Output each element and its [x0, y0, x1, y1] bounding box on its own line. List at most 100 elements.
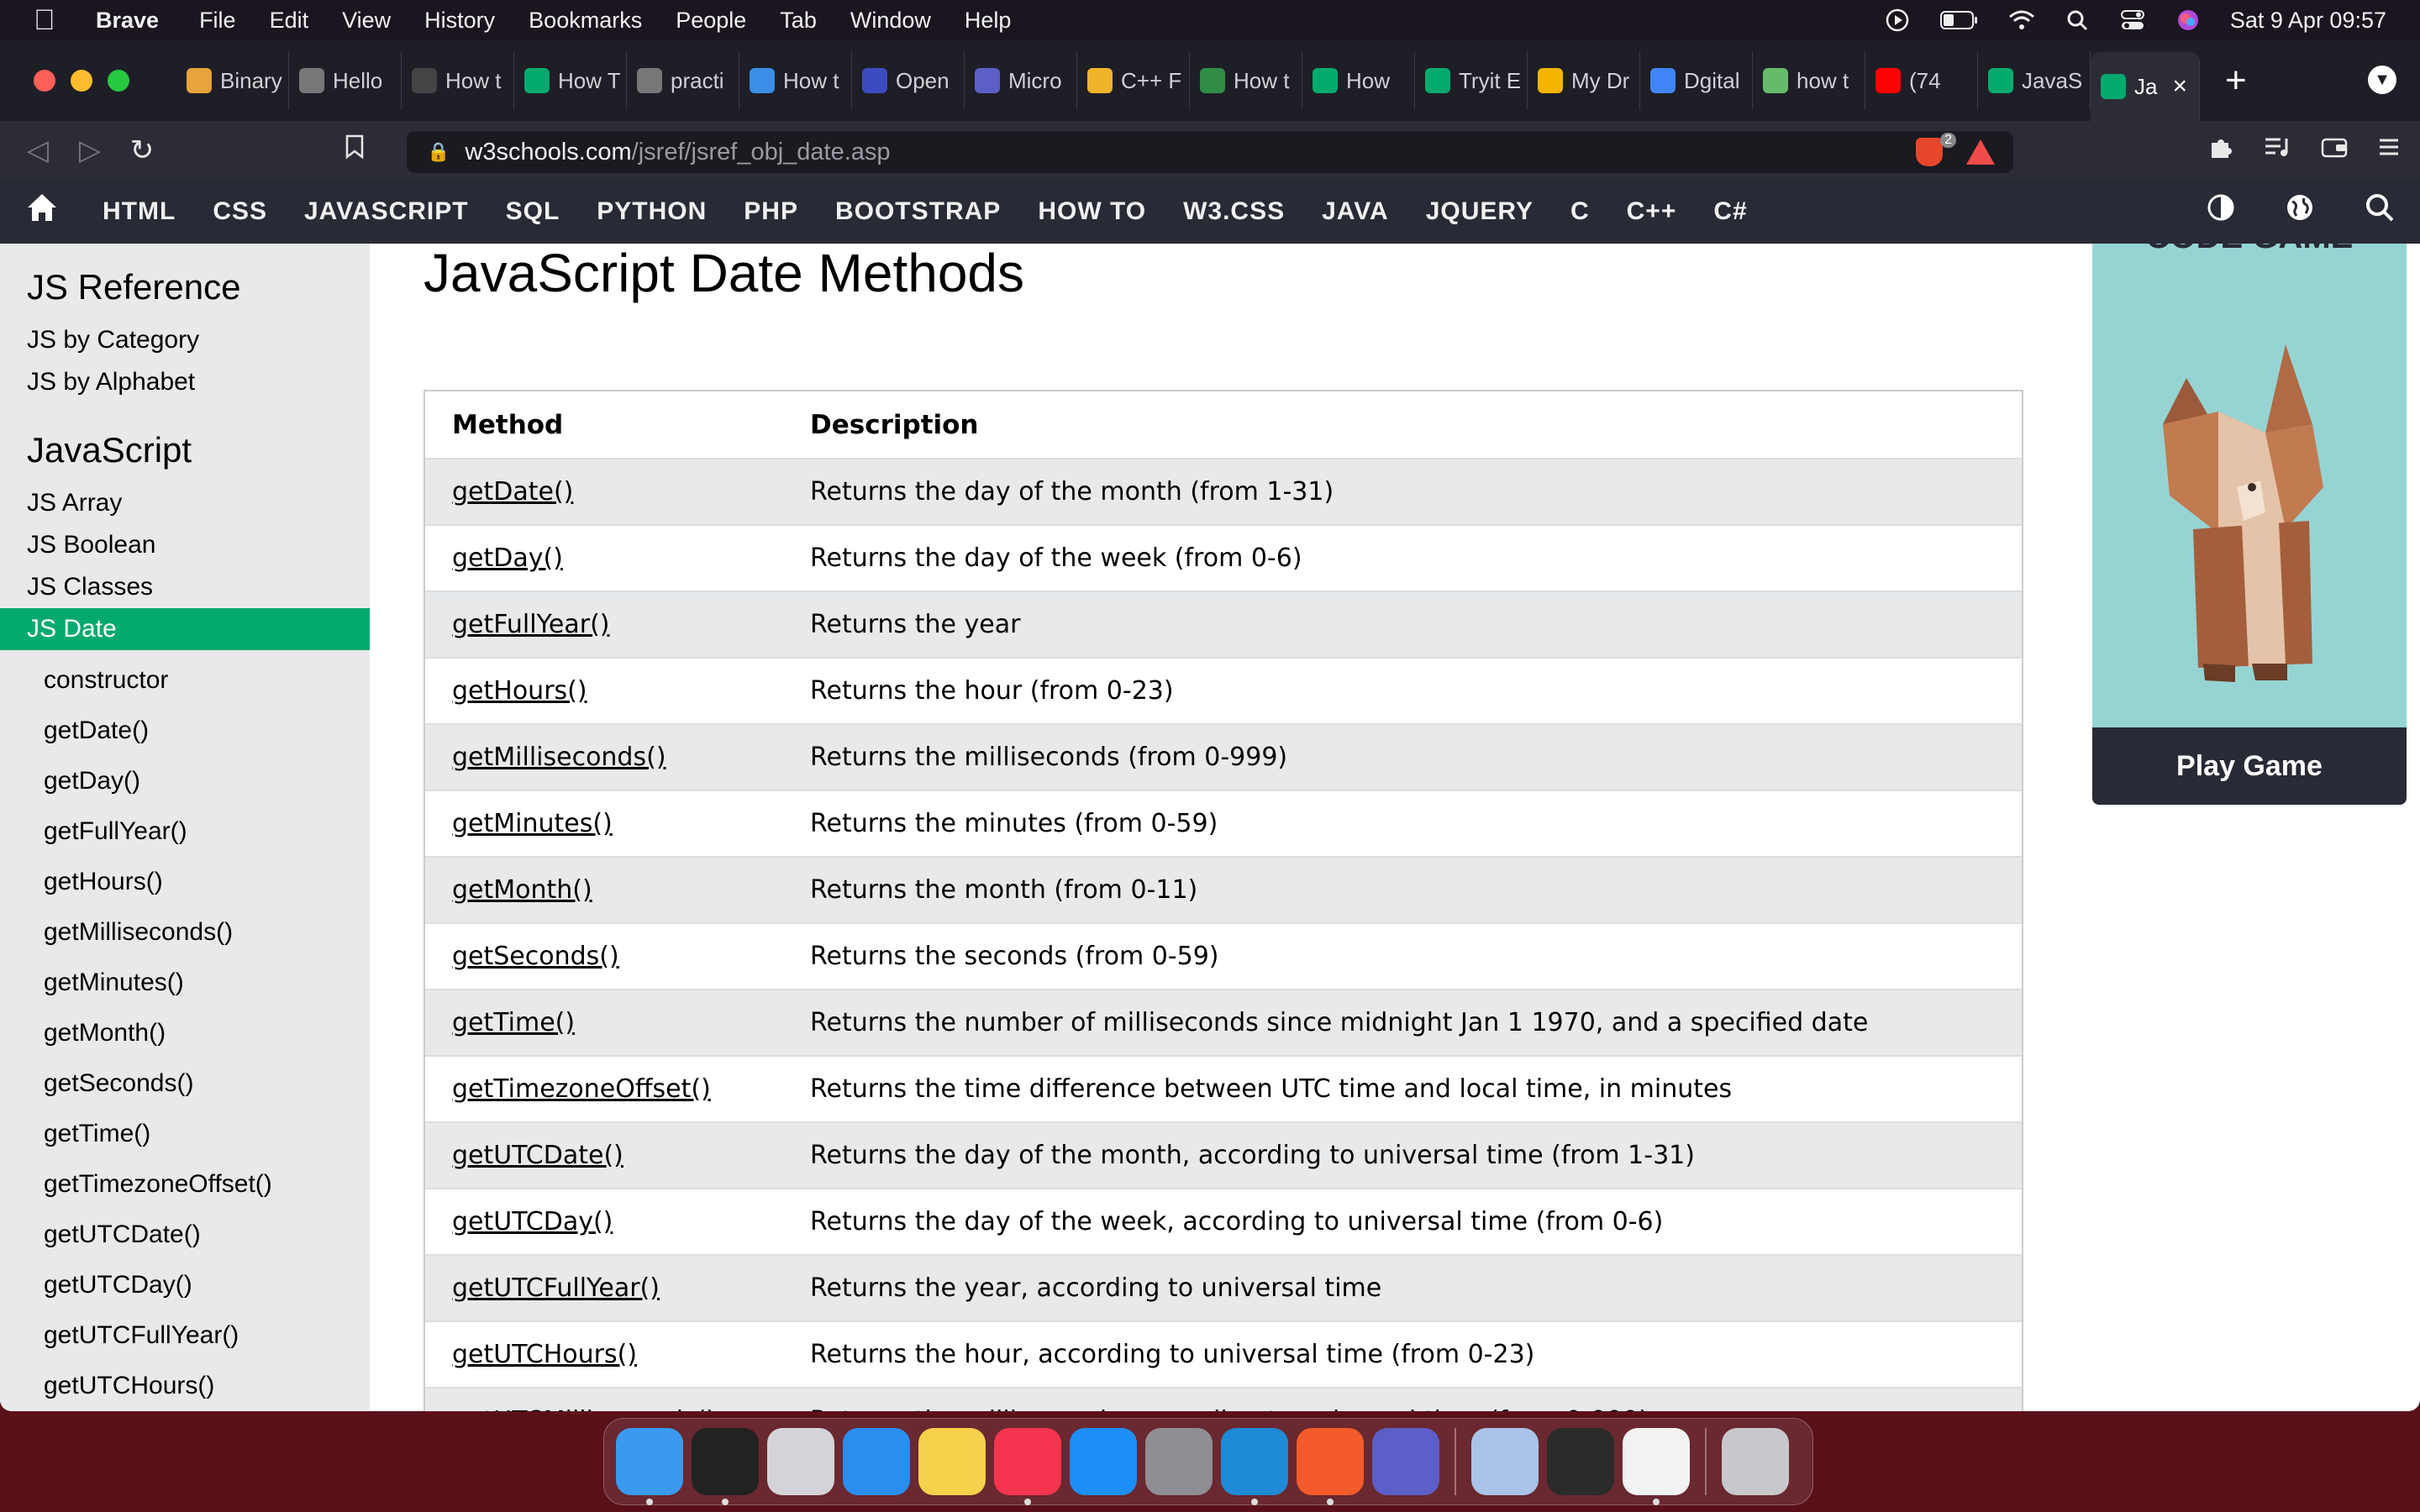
method-link[interactable]: getUTCFullYear() — [452, 1273, 660, 1303]
sidebar-sublink[interactable]: getMonth() — [0, 1008, 370, 1058]
notes-icon[interactable] — [918, 1428, 986, 1495]
browser-tab[interactable]: How t — [739, 51, 852, 110]
brave-icon[interactable] — [1297, 1428, 1364, 1505]
sidebar-link-js-boolean[interactable]: JS Boolean — [0, 524, 370, 566]
browser-tab[interactable]: Hello — [289, 51, 402, 110]
nav-bootstrap[interactable]: BOOTSTRAP — [817, 197, 1019, 226]
close-window-button[interactable] — [34, 70, 55, 92]
nav-sql[interactable]: SQL — [487, 197, 579, 226]
browser-tab[interactable]: My Dr — [1528, 51, 1640, 110]
language-globe-icon[interactable] — [2286, 193, 2314, 230]
nav-javascript[interactable]: JAVASCRIPT — [286, 197, 487, 226]
play-game-button[interactable]: Play Game — [2092, 727, 2407, 805]
vscode-icon[interactable] — [1221, 1428, 1288, 1505]
activity-monitor-icon[interactable] — [1547, 1428, 1614, 1495]
method-link[interactable]: getUTCDay() — [452, 1207, 613, 1236]
sidebar-link-js-array[interactable]: JS Array — [0, 482, 370, 524]
browser-tab[interactable]: How t — [1190, 51, 1302, 110]
sidebar-sublink[interactable]: getMinutes() — [0, 958, 370, 1008]
sidebar-sublink[interactable]: getUTCDate() — [0, 1210, 370, 1260]
extensions-puzzle-icon[interactable] — [2208, 134, 2233, 166]
sidebar-sublink[interactable]: getTimezoneOffset() — [0, 1159, 370, 1210]
menu-history[interactable]: History — [424, 8, 495, 34]
sidebar-sublink[interactable]: getHours() — [0, 857, 370, 907]
method-link[interactable]: getTime() — [452, 1008, 575, 1037]
sidebar-sublink[interactable]: getUTCHours() — [0, 1361, 370, 1411]
apple-menu-icon[interactable]:  — [34, 4, 84, 37]
sidebar-sublink[interactable]: getDay() — [0, 756, 370, 806]
nav-cpp[interactable]: C++ — [1608, 197, 1696, 226]
browser-tab[interactable]: Binary — [176, 51, 289, 110]
sidebar-link-by-alphabet[interactable]: JS by Alphabet — [0, 361, 370, 403]
siri-icon[interactable] — [2175, 7, 2202, 34]
method-link[interactable]: getMinutes() — [452, 809, 613, 838]
method-link[interactable]: getSeconds() — [452, 942, 619, 971]
browser-tab[interactable]: C++ F — [1077, 51, 1190, 110]
nav-csharp[interactable]: C# — [1695, 197, 1765, 226]
wallet-icon[interactable] — [2321, 135, 2348, 165]
bookmark-icon[interactable] — [345, 134, 365, 166]
nav-html[interactable]: HTML — [84, 197, 194, 226]
finder-icon[interactable] — [616, 1428, 683, 1505]
method-link[interactable]: getUTCMilliseconds() — [452, 1406, 716, 1411]
forward-button[interactable]: ▷ — [64, 134, 116, 167]
sidebar-sublink[interactable]: getFullYear() — [0, 806, 370, 857]
method-link[interactable]: getFullYear() — [452, 610, 610, 639]
browser-tab[interactable]: practi — [627, 51, 739, 110]
method-link[interactable]: getTimezoneOffset() — [452, 1074, 711, 1104]
menu-edit[interactable]: Edit — [270, 8, 309, 34]
sidebar-sublink[interactable]: getUTCDay() — [0, 1260, 370, 1310]
method-link[interactable]: getHours() — [452, 676, 587, 706]
nav-python[interactable]: PYTHON — [578, 197, 725, 226]
wifi-icon[interactable] — [2008, 7, 2035, 34]
menu-app-brave[interactable]: Brave — [96, 8, 159, 34]
sidebar-link-js-classes[interactable]: JS Classes — [0, 566, 370, 608]
minimize-window-button[interactable] — [71, 70, 92, 92]
menu-tab[interactable]: Tab — [780, 8, 817, 34]
method-link[interactable]: getDate() — [452, 477, 573, 507]
teams-icon[interactable] — [1372, 1428, 1439, 1495]
browser-tab[interactable]: How T — [514, 51, 627, 110]
menubar-clock[interactable]: Sat 9 Apr 09:57 — [2230, 8, 2386, 34]
menu-help[interactable]: Help — [965, 8, 1012, 34]
browser-tab[interactable]: How — [1302, 51, 1415, 110]
nav-css[interactable]: CSS — [194, 197, 286, 226]
back-button[interactable]: ◁ — [12, 134, 64, 167]
battery-icon[interactable] — [1939, 7, 1980, 34]
sidebar-sublink[interactable]: getDate() — [0, 706, 370, 756]
browser-tab[interactable]: Open — [852, 51, 965, 110]
reload-button[interactable]: ↻ — [116, 134, 168, 167]
nav-java[interactable]: JAVA — [1303, 197, 1407, 226]
dark-mode-toggle-icon[interactable] — [2207, 193, 2235, 230]
method-link[interactable]: getMonth() — [452, 875, 592, 905]
tab-active[interactable]: Ja × — [2091, 52, 2200, 121]
nav-how-to[interactable]: HOW TO — [1019, 197, 1165, 226]
address-bar[interactable]: 🔒 w3schools.com/jsref/jsref_obj_date.asp… — [407, 131, 2013, 173]
browser-menu-icon[interactable] — [2378, 136, 2400, 165]
launchpad-icon[interactable] — [767, 1428, 834, 1495]
nav-w3css[interactable]: W3.CSS — [1165, 197, 1303, 226]
new-tab-button[interactable]: + — [2225, 60, 2247, 102]
sidebar-link-by-category[interactable]: JS by Category — [0, 319, 370, 361]
method-link[interactable]: getMilliseconds() — [452, 743, 666, 772]
sidebar-link-js-date[interactable]: JS Date — [0, 608, 370, 650]
browser-tab[interactable]: Tryit E — [1415, 51, 1528, 110]
tab-search-chevron-icon[interactable]: ▼ — [2368, 66, 2396, 94]
zoom-window-button[interactable] — [108, 70, 129, 92]
nav-php[interactable]: PHP — [725, 197, 817, 226]
control-center-icon[interactable] — [2119, 7, 2146, 34]
nav-c[interactable]: C — [1552, 197, 1608, 226]
appstore-icon[interactable] — [1070, 1428, 1137, 1495]
textedit-icon[interactable] — [1623, 1428, 1690, 1505]
settings-icon[interactable] — [1145, 1428, 1213, 1495]
safari-icon[interactable] — [843, 1428, 910, 1495]
trash-icon[interactable] — [1722, 1428, 1789, 1495]
method-link[interactable]: getUTCHours() — [452, 1340, 637, 1369]
browser-tab[interactable]: Micro — [965, 51, 1077, 110]
brave-shields-icon[interactable] — [1916, 138, 1943, 166]
browser-tab[interactable]: JavaS — [1978, 51, 2091, 110]
sidebar-sublink[interactable]: getSeconds() — [0, 1058, 370, 1109]
sidebar-sublink[interactable]: getUTCFullYear() — [0, 1310, 370, 1361]
menu-window[interactable]: Window — [850, 8, 931, 34]
spotlight-search-icon[interactable] — [2064, 7, 2091, 34]
